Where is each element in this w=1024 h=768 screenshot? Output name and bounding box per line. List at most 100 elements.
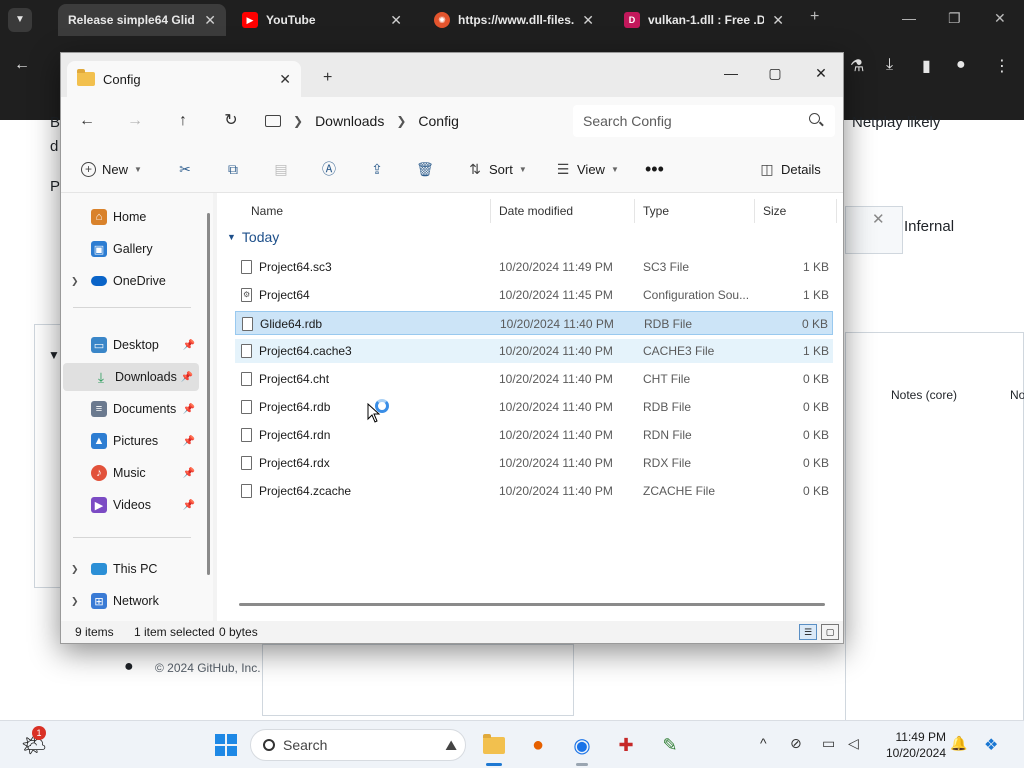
file-row[interactable]: Project64 10/20/2024 11:45 PM Configurat…: [235, 283, 833, 307]
clock[interactable]: 11:49 PM 10/20/2024: [876, 729, 946, 761]
pin-icon[interactable]: 📌: [183, 436, 195, 447]
file-row-hover[interactable]: Project64.cache3 10/20/2024 11:40 PM CAC…: [235, 339, 833, 363]
start-button[interactable]: [212, 731, 240, 759]
close-icon[interactable]: ✕: [582, 12, 594, 29]
display-icon[interactable]: ▭: [822, 735, 835, 752]
chrome-icon[interactable]: ◉: [568, 731, 596, 759]
tiles-view-icon[interactable]: ▢: [821, 624, 839, 640]
close-window-icon[interactable]: ✕: [994, 10, 1006, 27]
paste-button[interactable]: ▤: [273, 157, 289, 181]
nav-item-documents[interactable]: ≡ Documents 📌: [61, 395, 201, 423]
breadcrumb-config[interactable]: Config: [418, 113, 458, 129]
pin-icon[interactable]: 📌: [183, 404, 195, 415]
labs-icon[interactable]: ⚗: [850, 56, 864, 76]
file-explorer-taskbar-icon[interactable]: [480, 731, 508, 759]
chevron-right-icon[interactable]: ❯: [71, 276, 85, 287]
share-button[interactable]: ⇪: [369, 157, 385, 181]
details-view-icon[interactable]: ☰: [799, 624, 817, 640]
add-tab-icon[interactable]: +: [323, 69, 332, 87]
horizontal-scrollbar[interactable]: [239, 603, 825, 606]
close-icon[interactable]: ✕: [204, 12, 216, 29]
close-icon[interactable]: ✕: [872, 210, 885, 228]
app-icon[interactable]: ✚: [612, 731, 640, 759]
chevron-up-icon[interactable]: ^: [760, 735, 767, 751]
sort-button[interactable]: ⇅ Sort ▼: [467, 157, 527, 181]
cut-button[interactable]: ✂: [177, 157, 193, 181]
file-row[interactable]: Project64.zcache 10/20/2024 11:40 PM ZCA…: [235, 479, 833, 503]
volume-icon[interactable]: ◁: [848, 735, 859, 752]
file-row[interactable]: Project64.rdb 10/20/2024 11:40 PM RDB Fi…: [235, 395, 833, 419]
browser-tab-dll-files[interactable]: ✺ https://www.dll-files.c ✕: [424, 4, 604, 36]
view-button[interactable]: ☰ View ▼: [555, 157, 619, 181]
column-header-name[interactable]: Name: [243, 199, 491, 223]
maximize-icon[interactable]: ❐: [948, 10, 961, 27]
group-header-today[interactable]: ▼ Today: [227, 229, 279, 245]
column-header-size[interactable]: Size: [755, 199, 837, 223]
breadcrumb-downloads[interactable]: Downloads: [315, 113, 384, 129]
nav-item-gallery[interactable]: ▣ Gallery: [61, 235, 201, 263]
breadcrumb[interactable]: ❯ Downloads ❯ Config: [265, 105, 565, 137]
file-row-selected[interactable]: Glide64.rdb 10/20/2024 11:40 PM RDB File…: [235, 311, 833, 335]
minimize-icon[interactable]: —: [711, 59, 751, 87]
nav-item-home[interactable]: ⌂ Home: [61, 203, 201, 231]
column-header-type[interactable]: Type: [635, 199, 755, 223]
new-tab-icon[interactable]: +: [810, 8, 819, 26]
side-panel-icon[interactable]: ▮: [922, 56, 931, 76]
browser-tab-github[interactable]: Release simple64 Glid ✕: [58, 4, 226, 36]
file-row[interactable]: Project64.rdx 10/20/2024 11:40 PM RDX Fi…: [235, 451, 833, 475]
nav-item-downloads[interactable]: ⤓ Downloads 📌: [63, 363, 199, 391]
chevron-right-icon[interactable]: ❯: [396, 114, 406, 128]
file-row[interactable]: Project64.cht 10/20/2024 11:40 PM CHT Fi…: [235, 367, 833, 391]
explorer-tab-config[interactable]: Config ✕: [67, 61, 301, 97]
copy-button[interactable]: ⧉: [225, 157, 241, 181]
menu-icon[interactable]: ⋮: [994, 56, 1010, 76]
copilot-icon[interactable]: ❖: [984, 735, 998, 755]
nav-item-videos[interactable]: ▶ Videos 📌: [61, 491, 201, 519]
firefox-icon[interactable]: ●: [524, 731, 552, 759]
file-row[interactable]: Project64.rdn 10/20/2024 11:40 PM RDN Fi…: [235, 423, 833, 447]
close-icon[interactable]: ✕: [772, 12, 784, 29]
nav-item-onedrive[interactable]: ❯ OneDrive: [61, 267, 201, 295]
pin-icon[interactable]: 📌: [181, 372, 193, 383]
back-icon[interactable]: ←: [73, 109, 101, 133]
tab-search-menu-button[interactable]: ▼: [8, 8, 32, 32]
forward-icon[interactable]: →: [121, 109, 149, 133]
close-icon[interactable]: ✕: [390, 12, 402, 29]
nav-item-network[interactable]: ❯ ⊞ Network: [61, 587, 201, 615]
chevron-right-icon[interactable]: ❯: [71, 596, 85, 607]
pin-icon[interactable]: 📌: [183, 340, 195, 351]
close-window-icon[interactable]: ✕: [801, 59, 841, 87]
column-header-date[interactable]: Date modified: [491, 199, 635, 223]
pin-icon[interactable]: 📌: [183, 468, 195, 479]
browser-tab-vulkan[interactable]: D vulkan-1.dll : Free .DLI ✕: [614, 4, 794, 36]
search-input[interactable]: [573, 105, 835, 137]
delete-button[interactable]: 🗑: [416, 157, 434, 181]
back-icon[interactable]: ←: [14, 56, 30, 74]
maximize-icon[interactable]: ▢: [755, 59, 795, 87]
nav-item-desktop[interactable]: ▭ Desktop 📌: [61, 331, 201, 359]
nav-item-music[interactable]: ♪ Music 📌: [61, 459, 201, 487]
new-button[interactable]: + New ▼: [81, 157, 142, 181]
taskbar-search[interactable]: Search ⛰: [250, 729, 466, 761]
app-icon[interactable]: ✎: [656, 731, 684, 759]
profile-icon[interactable]: ●: [956, 56, 966, 74]
close-icon[interactable]: ✕: [279, 71, 291, 88]
pin-icon[interactable]: 📌: [183, 500, 195, 511]
notification-bell-icon[interactable]: 🔔: [950, 735, 967, 752]
nav-scrollbar[interactable]: [207, 213, 210, 575]
details-button[interactable]: ◫ Details: [759, 157, 820, 181]
rename-button[interactable]: Ⓐ: [321, 157, 337, 181]
file-row[interactable]: Project64.sc3 10/20/2024 11:49 PM SC3 Fi…: [235, 255, 833, 279]
up-icon[interactable]: ↑: [169, 109, 197, 133]
refresh-icon[interactable]: ↻: [217, 109, 245, 133]
collapse-icon[interactable]: ▼: [48, 348, 60, 362]
chevron-right-icon[interactable]: ❯: [71, 564, 85, 575]
minimize-icon[interactable]: —: [902, 10, 916, 26]
more-options-icon[interactable]: •••: [645, 157, 664, 181]
nav-item-this-pc[interactable]: ❯ This PC: [61, 555, 201, 583]
network-status-icon[interactable]: ⊘: [790, 735, 802, 752]
chevron-right-icon[interactable]: ❯: [293, 114, 303, 128]
browser-tab-youtube[interactable]: ▶ YouTube ✕: [232, 4, 412, 36]
nav-item-pictures[interactable]: ▲ Pictures 📌: [61, 427, 201, 455]
download-icon[interactable]: ⤓: [886, 56, 893, 74]
